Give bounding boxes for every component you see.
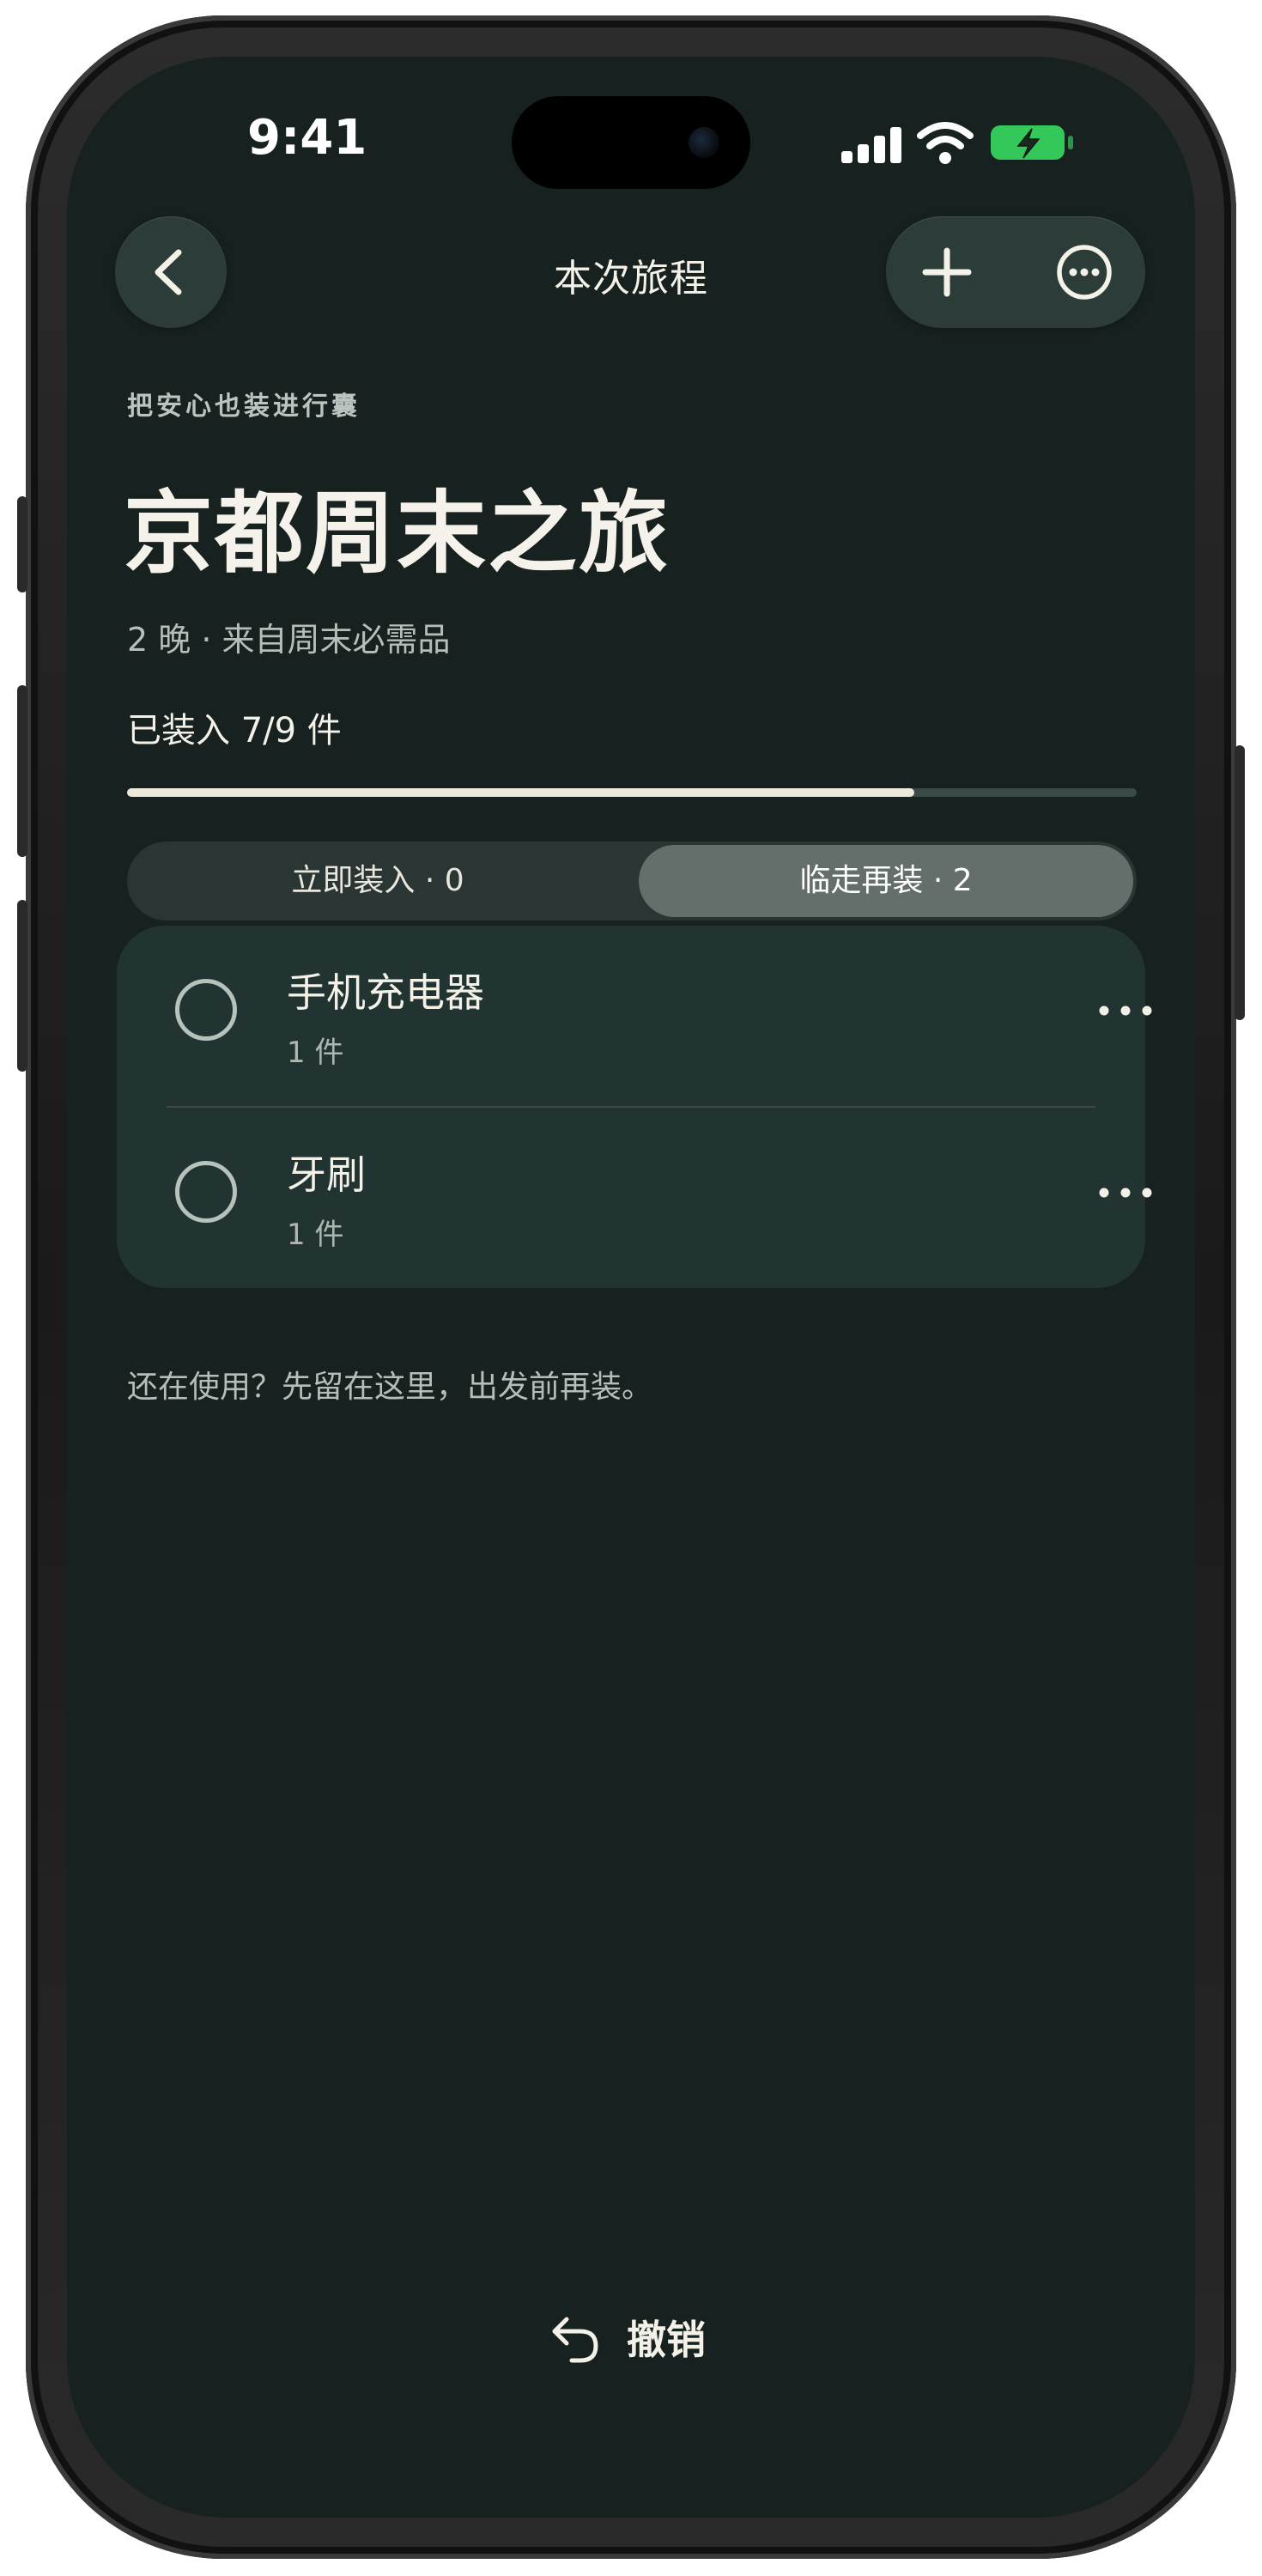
trip-title: 京都周末之旅: [124, 481, 670, 586]
ellipsis-circle-icon: [1057, 245, 1112, 300]
battery-charging-icon: [991, 125, 1073, 160]
list-item[interactable]: 手机充电器 1 件: [117, 926, 1152, 1106]
app-screen: 9:41 本次旅程 把安心也装进行囊 京都周末之旅 2 晚 · 来自周末必需品 …: [67, 57, 1195, 2518]
pack-later-list: 手机充电器 1 件 牙刷 1 件: [117, 926, 1152, 1288]
volume-up-button: [17, 685, 27, 857]
item-quantity: 1 件: [287, 1218, 344, 1252]
trip-tagline: 把安心也装进行囊: [127, 392, 361, 422]
item-more-icon[interactable]: [1095, 998, 1156, 1024]
packing-segment-control: 立即装入 · 0 临走再装 · 2: [127, 841, 1137, 920]
packing-progress-fill: [127, 788, 915, 797]
packing-progress-bar: [127, 788, 1137, 797]
status-time: 9:41: [247, 110, 367, 166]
more-options-button[interactable]: [1028, 216, 1140, 328]
undo-label: 撤销: [627, 2317, 706, 2363]
packed-count: 已装入 7/9 件: [127, 711, 342, 750]
plus-icon: [922, 247, 972, 297]
pack-later-hint: 还在使用？先留在这里，出发前再装。: [127, 1370, 653, 1405]
item-checkbox[interactable]: [175, 1161, 237, 1223]
item-quantity: 1 件: [287, 1036, 344, 1070]
volume-down-button: [17, 900, 27, 1072]
segment-pack-later[interactable]: 临走再装 · 2: [639, 845, 1133, 917]
item-checkbox[interactable]: [175, 979, 237, 1041]
segment-pack-now[interactable]: 立即装入 · 0: [130, 845, 625, 917]
wifi-icon: [917, 122, 974, 164]
trip-meta: 2 晚 · 来自周末必需品: [127, 621, 451, 659]
action-button: [17, 496, 27, 592]
front-camera-icon: [689, 127, 719, 158]
nav-actions-group: [886, 216, 1145, 328]
item-name: 手机充电器: [287, 969, 484, 1016]
item-name: 牙刷: [287, 1151, 366, 1198]
item-more-icon[interactable]: [1095, 1180, 1156, 1206]
add-item-button[interactable]: [891, 216, 1003, 328]
list-item[interactable]: 牙刷 1 件: [117, 1108, 1152, 1288]
power-button: [1235, 745, 1245, 1020]
undo-arrow-icon: [552, 2317, 598, 2363]
undo-button[interactable]: 撤销: [546, 2303, 706, 2372]
dynamic-island: [512, 96, 750, 189]
cellular-signal-icon: [841, 125, 903, 163]
